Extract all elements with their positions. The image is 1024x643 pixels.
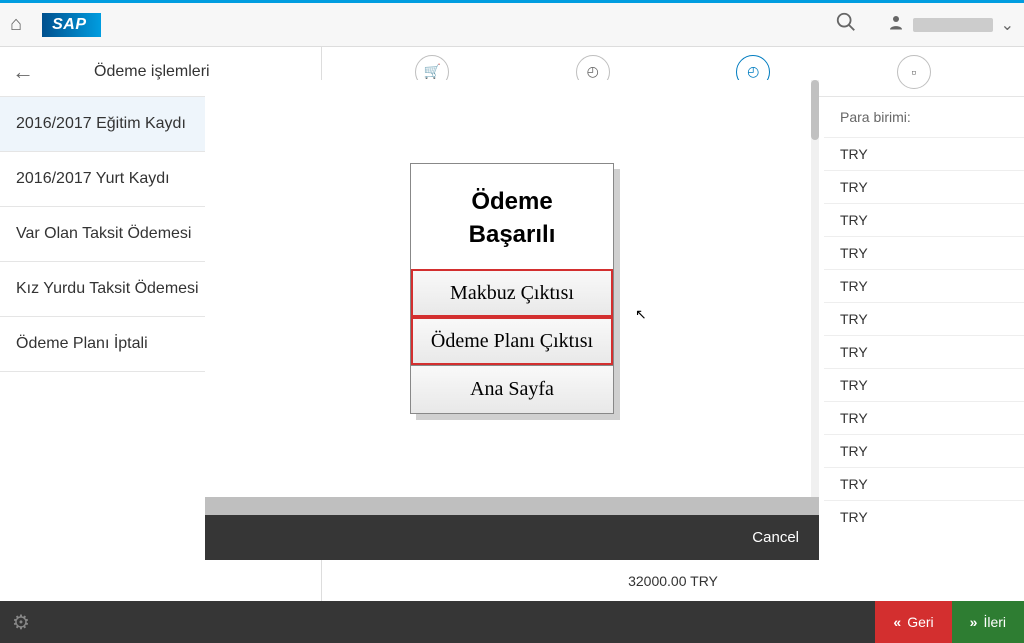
- total-amount: 32000.00 TRY: [322, 573, 1024, 589]
- currency-row: TRY: [824, 269, 1024, 302]
- search-icon[interactable]: [835, 11, 857, 39]
- chevron-left-double-icon: «: [893, 614, 901, 630]
- home-icon[interactable]: ⌂: [10, 13, 22, 36]
- app-header: ⌂ SAP ⌄: [0, 3, 1024, 47]
- back-arrow-icon[interactable]: ←: [12, 59, 34, 85]
- cursor-icon: ↖: [635, 306, 647, 323]
- currency-row: TRY: [824, 302, 1024, 335]
- cancel-button[interactable]: Cancel: [752, 529, 799, 546]
- sap-logo: SAP: [42, 13, 100, 37]
- currency-column: Para birimi: TRY TRY TRY TRY TRY TRY TRY…: [824, 97, 1024, 533]
- user-icon: [887, 13, 905, 36]
- back-button-label: Geri: [907, 614, 933, 630]
- currency-row: TRY: [824, 467, 1024, 500]
- back-button[interactable]: « Geri: [875, 601, 951, 643]
- ana-sayfa-button[interactable]: Ana Sayfa: [411, 365, 613, 413]
- currency-row: TRY: [824, 137, 1024, 170]
- currency-row: TRY: [824, 500, 1024, 533]
- gear-icon[interactable]: ⚙: [12, 610, 30, 635]
- sidebar-title: Ödeme işlemleri: [94, 63, 210, 81]
- currency-header: Para birimi:: [824, 97, 1024, 137]
- modal-footer: Cancel: [205, 515, 819, 560]
- currency-row: TRY: [824, 236, 1024, 269]
- modal: ÖdemeBaşarılı Makbuz Çıktısı Ödeme Planı…: [205, 80, 819, 560]
- modal-body: ÖdemeBaşarılı Makbuz Çıktısı Ödeme Planı…: [205, 80, 819, 497]
- currency-row: TRY: [824, 434, 1024, 467]
- scrollbar-track[interactable]: [811, 80, 819, 497]
- next-button[interactable]: » İleri: [952, 601, 1024, 643]
- currency-row: TRY: [824, 368, 1024, 401]
- chevron-right-double-icon: »: [970, 614, 978, 630]
- scrollbar-thumb[interactable]: [811, 80, 819, 140]
- currency-row: TRY: [824, 335, 1024, 368]
- step-icon-4[interactable]: ▫: [897, 55, 931, 89]
- modal-title: ÖdemeBaşarılı: [411, 164, 613, 268]
- user-menu[interactable]: ⌄: [887, 13, 1014, 36]
- next-button-label: İleri: [983, 614, 1006, 630]
- chevron-down-icon: ⌄: [1001, 15, 1014, 35]
- currency-row: TRY: [824, 203, 1024, 236]
- currency-row: TRY: [824, 170, 1024, 203]
- modal-panel: ÖdemeBaşarılı Makbuz Çıktısı Ödeme Planı…: [410, 163, 614, 413]
- currency-row: TRY: [824, 401, 1024, 434]
- user-name: [913, 18, 993, 32]
- makbuz-ciktisi-button[interactable]: Makbuz Çıktısı: [411, 269, 613, 317]
- odeme-plani-ciktisi-button[interactable]: Ödeme Planı Çıktısı: [411, 317, 613, 365]
- footer: ⚙ « Geri » İleri: [0, 601, 1024, 643]
